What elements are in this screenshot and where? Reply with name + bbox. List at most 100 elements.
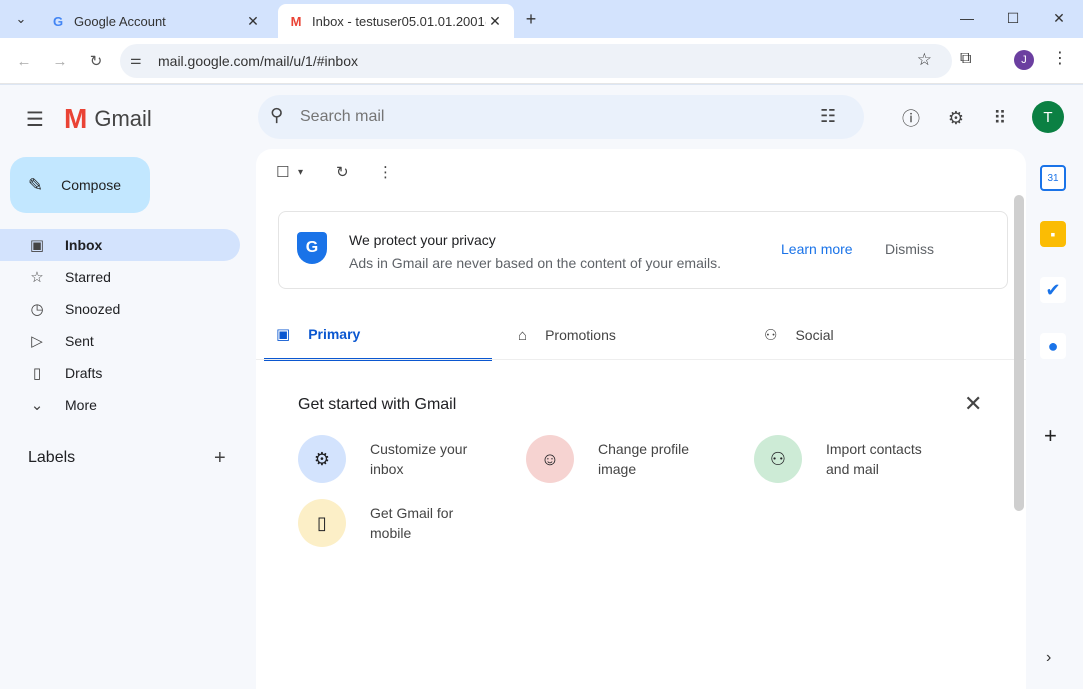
labels-heading: Labels <box>28 449 76 466</box>
gmail-wordmark: Gmail <box>94 106 152 131</box>
gmail-favicon-icon: M <box>290 13 302 29</box>
people-icon: ⚇ <box>764 327 778 344</box>
caret-down-icon[interactable]: ▾ <box>298 167 303 178</box>
gmail-logo[interactable]: M Gmail <box>64 103 152 135</box>
tab-promotions[interactable]: ⌂ Promotions <box>506 309 726 361</box>
pencil-icon: ✎ <box>28 174 44 195</box>
get-started-label: Get Gmail for mobile <box>370 505 454 541</box>
tab-label: Social <box>795 327 834 343</box>
sidebar-item-sent[interactable]: ▷ Sent <box>0 325 240 357</box>
maximize-icon[interactable]: ☐ <box>990 4 1036 32</box>
sidebar-item-drafts[interactable]: ▯ Drafts <box>0 357 240 389</box>
get-started-gmail-mobile[interactable]: ▯ Get Gmail for mobile <box>298 499 490 547</box>
gmail-app: ☰ M Gmail ⚲ ☷ ⓘ ⚙ ⠿ T ✎ Compose ▣ Inbox … <box>0 85 1083 689</box>
sidebar-item-label: Sent <box>65 333 94 349</box>
hamburger-menu-icon[interactable]: ☰ <box>26 107 44 132</box>
window-close-icon[interactable]: ✕ <box>1036 4 1082 32</box>
browser-profile-avatar[interactable]: J <box>1014 50 1034 70</box>
gear-icon: ⚙ <box>298 435 346 483</box>
browser-tab-inbox[interactable]: M Inbox - testuser05.01.01.2001@ ✕ <box>278 4 514 38</box>
chevron-down-icon: ⌄ <box>30 397 44 414</box>
privacy-title: We protect your privacy <box>349 232 496 248</box>
reload-icon[interactable]: ↻ <box>84 49 108 73</box>
google-favicon-icon: G <box>52 13 64 29</box>
category-tabs: ▣ Primary ⌂ Promotions ⚇ Social <box>264 309 1014 361</box>
select-checkbox[interactable]: ☐ <box>276 163 289 181</box>
sidebar-item-inbox[interactable]: ▣ Inbox <box>0 229 240 261</box>
address-bar[interactable]: ⚌ mail.google.com/mail/u/1/#inbox ☆ <box>120 44 952 78</box>
browser-tab-google-account[interactable]: G Google Account ✕ <box>40 4 272 38</box>
scrollbar[interactable] <box>1014 195 1024 511</box>
phone-icon: ▯ <box>298 499 346 547</box>
get-started-change-profile-image[interactable]: ☺ Change profile image <box>526 435 718 483</box>
compose-button[interactable]: ✎ Compose <box>10 157 150 213</box>
account-circle-icon: ☺ <box>526 435 574 483</box>
shield-icon: G <box>297 232 327 264</box>
plus-icon[interactable]: + <box>520 8 542 30</box>
sidebar-item-snoozed[interactable]: ◷ Snoozed <box>0 293 240 325</box>
close-icon[interactable]: ✕ <box>244 13 262 30</box>
tab-label: Promotions <box>545 327 616 343</box>
inbox-icon: ▣ <box>276 325 291 343</box>
filter-options-icon[interactable]: ☷ <box>820 106 836 127</box>
send-icon: ▷ <box>31 333 43 350</box>
privacy-subtitle: Ads in Gmail are never based on the cont… <box>349 255 721 271</box>
back-arrow-icon[interactable]: ← <box>12 49 36 73</box>
sidebar-item-label: More <box>65 397 97 413</box>
tasks-icon[interactable]: ✔ <box>1040 277 1066 303</box>
star-icon[interactable]: ☆ <box>917 50 932 70</box>
chevron-right-icon[interactable]: › <box>1046 649 1051 667</box>
tab-title: Inbox - testuser05.01.01.2001@ <box>312 13 486 29</box>
sidebar-item-label: Snoozed <box>65 301 121 317</box>
inbox-panel: ☐ ▾ ↻ ⋮ G We protect your privacy Ads in… <box>256 149 1026 689</box>
tune-icon[interactable]: ⚌ <box>130 52 142 68</box>
compose-label: Compose <box>61 177 122 193</box>
dismiss-button[interactable]: Dismiss <box>885 241 934 257</box>
clock-icon: ◷ <box>30 301 44 318</box>
sidebar-nav: ▣ Inbox ☆ Starred ◷ Snoozed ▷ Sent ▯ Dra… <box>0 229 244 421</box>
tabs-divider <box>256 359 1026 360</box>
gear-icon[interactable]: ⚙ <box>943 105 969 131</box>
keep-icon[interactable]: ▪ <box>1040 221 1066 247</box>
tab-primary[interactable]: ▣ Primary <box>264 309 492 361</box>
tab-social[interactable]: ⚇ Social <box>752 309 972 361</box>
tag-icon: ⌂ <box>518 326 528 344</box>
inbox-icon: ▣ <box>29 237 45 254</box>
kebab-menu-icon[interactable]: ⋮ <box>1052 48 1068 68</box>
browser-toolbar: ← → ↻ ⚌ mail.google.com/mail/u/1/#inbox … <box>0 38 1083 84</box>
minimize-icon[interactable]: — <box>944 4 990 32</box>
search-bar: ⚲ ☷ <box>258 95 864 139</box>
plus-icon[interactable]: + <box>1044 423 1057 449</box>
contacts-icon[interactable]: ● <box>1040 333 1066 359</box>
get-started-title: Get started with Gmail <box>298 396 457 413</box>
draft-icon: ▯ <box>32 365 42 382</box>
search-input[interactable] <box>300 105 700 129</box>
search-icon[interactable]: ⚲ <box>270 105 283 126</box>
kebab-menu-icon[interactable]: ⋮ <box>378 163 393 181</box>
close-icon[interactable]: ✕ <box>486 13 504 30</box>
get-started-label: Change profile image <box>598 441 690 477</box>
chevron-down-icon[interactable]: ⌄ <box>8 6 34 32</box>
forward-arrow-icon[interactable]: → <box>48 49 72 73</box>
calendar-icon[interactable]: 31 <box>1040 165 1066 191</box>
get-started-label: Customize your inbox <box>370 441 468 477</box>
puzzle-icon[interactable]: ⧉ <box>960 50 971 68</box>
help-icon[interactable]: ⓘ <box>898 105 924 131</box>
tab-label: Primary <box>308 325 361 342</box>
account-avatar[interactable]: T <box>1032 101 1064 133</box>
plus-icon[interactable]: + <box>214 447 226 470</box>
person-add-icon: ⚇ <box>754 435 802 483</box>
learn-more-link[interactable]: Learn more <box>781 241 853 257</box>
tab-title: Google Account <box>74 13 166 29</box>
star-icon: ☆ <box>30 269 44 286</box>
sidebar-item-label: Drafts <box>65 365 103 381</box>
privacy-banner: G We protect your privacy Ads in Gmail a… <box>278 211 1008 289</box>
sidebar-item-starred[interactable]: ☆ Starred <box>0 261 240 293</box>
gmail-logo-icon: M <box>64 103 87 134</box>
reload-icon[interactable]: ↻ <box>336 163 349 181</box>
close-icon[interactable]: ✕ <box>964 391 982 417</box>
get-started-import-contacts[interactable]: ⚇ Import contacts and mail <box>754 435 946 483</box>
get-started-customize-inbox[interactable]: ⚙ Customize your inbox <box>298 435 490 483</box>
apps-grid-icon[interactable]: ⠿ <box>987 105 1013 131</box>
sidebar-item-more[interactable]: ⌄ More <box>0 389 240 421</box>
